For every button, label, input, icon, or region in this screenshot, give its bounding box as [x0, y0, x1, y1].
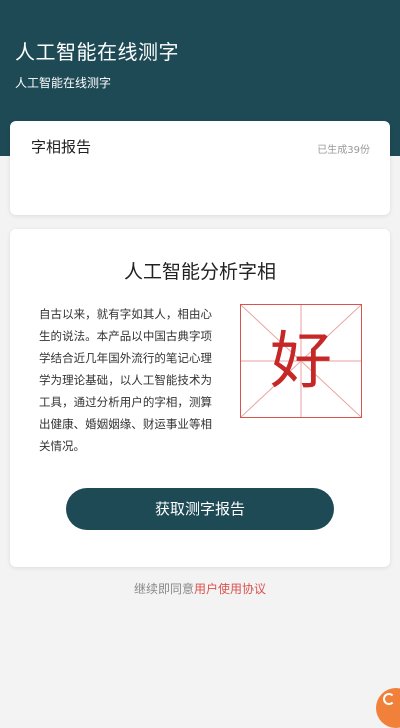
- badge-glyph: [383, 693, 395, 705]
- float-action-icon[interactable]: [376, 688, 400, 728]
- report-card-title: 字相报告: [31, 138, 92, 156]
- app-title: 人工智能在线测字: [15, 40, 179, 64]
- report-count: 已生成39份: [317, 145, 370, 156]
- analysis-heading: 人工智能分析字相: [123, 261, 276, 283]
- report-card[interactable]: 字相报告 已生成39份: [10, 121, 390, 215]
- get-report-button[interactable]: 获取测字报告: [66, 488, 334, 530]
- app-subtitle: 人工智能在线测字: [15, 76, 112, 90]
- sample-character: 好: [269, 324, 332, 397]
- user-agreement-link[interactable]: 用户使用协议: [194, 582, 266, 596]
- analysis-card: 人工智能分析字相 自古以来，就有字如其人，相由心生的说法。本产品以中国古典字项学…: [10, 229, 390, 567]
- agreement-prefix: 继续即同意: [133, 582, 194, 596]
- sample-character-grid: 好: [240, 304, 362, 418]
- intro-text: 自古以来，就有字如其人，相由心生的说法。本产品以中国古典字项学结合近几年国外流行…: [39, 307, 212, 453]
- agreement-note: 继续即同意用户使用协议: [0, 580, 400, 597]
